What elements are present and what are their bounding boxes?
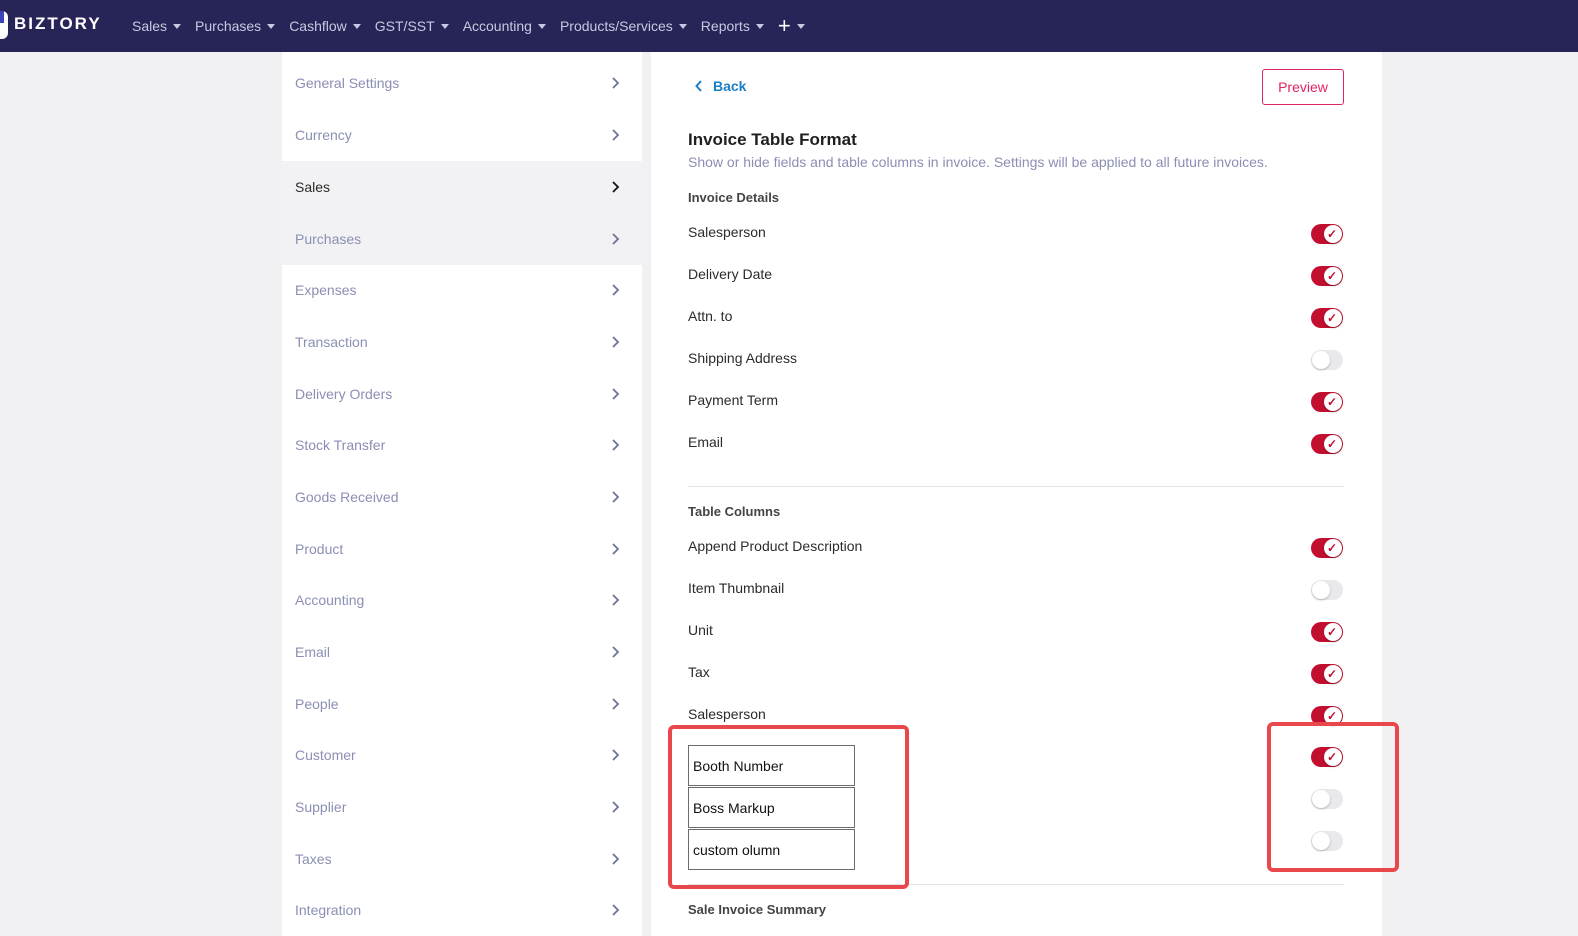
sidebar-item-expenses[interactable]: Expenses xyxy=(282,264,642,316)
check-icon: ✓ xyxy=(1327,625,1338,639)
chevron-right-icon xyxy=(612,801,620,813)
setting-label: Append Product Description xyxy=(688,538,863,554)
caret-down-icon xyxy=(267,23,276,29)
nav-reports[interactable]: Reports xyxy=(701,18,764,34)
chevron-left-icon xyxy=(695,80,702,92)
sidebar-item-taxes[interactable]: Taxes xyxy=(282,833,642,885)
chevron-right-icon xyxy=(612,749,620,761)
toggle-delivery-date[interactable]: ✓ xyxy=(1311,266,1343,286)
setting-label: Tax xyxy=(688,664,710,680)
toggle-item-thumbnail[interactable] xyxy=(1311,580,1343,600)
chevron-right-icon xyxy=(612,129,620,141)
sidebar-item-general-settings[interactable]: General Settings xyxy=(282,57,642,109)
toggle-payment-term[interactable]: ✓ xyxy=(1311,392,1343,412)
main-nav: Sales Purchases Cashflow GST/SST Account… xyxy=(132,0,819,52)
back-link[interactable]: Back xyxy=(695,78,746,94)
chevron-right-icon xyxy=(612,439,620,451)
section-divider xyxy=(688,486,1344,487)
setting-label: Attn. to xyxy=(688,308,733,324)
caret-down-icon xyxy=(352,23,361,29)
check-icon: ✓ xyxy=(1327,667,1338,681)
toggle-tax[interactable]: ✓ xyxy=(1311,664,1343,684)
nav-gst-sst[interactable]: GST/SST xyxy=(375,18,449,34)
nav-sales[interactable]: Sales xyxy=(132,18,182,34)
chevron-right-icon xyxy=(612,336,620,348)
sidebar-item-sales[interactable]: Sales xyxy=(282,161,642,213)
sidebar-item-integration[interactable]: Integration xyxy=(282,884,642,936)
sidebar-item-stock-transfer[interactable]: Stock Transfer xyxy=(282,419,642,471)
nav-products-services[interactable]: Products/Services xyxy=(560,18,687,34)
toggle-attn-to[interactable]: ✓ xyxy=(1311,308,1343,328)
check-icon: ✓ xyxy=(1327,709,1338,723)
setting-label: Item Thumbnail xyxy=(688,580,785,596)
sidebar-item-people[interactable]: People xyxy=(282,678,642,730)
check-icon: ✓ xyxy=(1327,541,1338,555)
page-subtitle: Show or hide fields and table columns in… xyxy=(688,154,1268,170)
sidebar-item-delivery-orders[interactable]: Delivery Orders xyxy=(282,368,642,420)
check-icon: ✓ xyxy=(1327,437,1338,451)
sidebar-item-goods-received[interactable]: Goods Received xyxy=(282,471,642,523)
sidebar-item-transaction[interactable]: Transaction xyxy=(282,316,642,368)
nav-accounting[interactable]: Accounting xyxy=(463,18,546,34)
chevron-right-icon xyxy=(612,388,620,400)
caret-down-icon xyxy=(755,23,764,29)
annotation-highlight-toggles xyxy=(1267,722,1399,872)
caret-down-icon xyxy=(173,23,182,29)
chevron-right-icon xyxy=(612,594,620,606)
chevron-right-icon xyxy=(612,853,620,865)
setting-label: Delivery Date xyxy=(688,266,773,282)
setting-label: Email xyxy=(688,434,724,450)
toggle-email[interactable]: ✓ xyxy=(1311,434,1343,454)
section-title-sale-invoice-summary: Sale Invoice Summary xyxy=(688,902,827,917)
page-title: Invoice Table Format xyxy=(688,130,857,149)
nav-purchases[interactable]: Purchases xyxy=(195,18,276,34)
top-navbar: BIZTORY Sales Purchases Cashflow GST/SST… xyxy=(0,0,1578,52)
sidebar-item-currency[interactable]: Currency xyxy=(282,109,642,161)
setting-label: Salesperson xyxy=(688,706,766,722)
setting-label: Shipping Address xyxy=(688,350,797,366)
plus-icon: + xyxy=(777,13,791,38)
chevron-right-icon xyxy=(612,181,620,193)
nav-cashflow[interactable]: Cashflow xyxy=(289,18,361,34)
annotation-highlight-custom-columns xyxy=(668,725,909,889)
sidebar-item-accounting[interactable]: Accounting xyxy=(282,574,642,626)
back-label: Back xyxy=(713,78,747,94)
sidebar-item-supplier[interactable]: Supplier xyxy=(282,781,642,833)
sidebar-item-purchases[interactable]: Purchases xyxy=(282,213,642,265)
chevron-right-icon xyxy=(612,543,620,555)
chevron-right-icon xyxy=(612,698,620,710)
toggle-shipping-address[interactable] xyxy=(1311,350,1343,370)
setting-label: Salesperson xyxy=(688,224,766,240)
chevron-right-icon xyxy=(612,491,620,503)
toggle-append-product-description[interactable]: ✓ xyxy=(1311,538,1343,558)
caret-down-icon xyxy=(440,23,449,29)
preview-button[interactable]: Preview xyxy=(1262,69,1344,105)
settings-sidebar: General Settings Currency Sales Purchase… xyxy=(282,52,642,936)
nav-add-new[interactable]: + xyxy=(778,15,805,37)
caret-down-icon xyxy=(796,23,805,29)
check-icon: ✓ xyxy=(1327,311,1338,325)
sidebar-item-customer[interactable]: Customer xyxy=(282,729,642,781)
sidebar-item-email[interactable]: Email xyxy=(282,626,642,678)
chevron-right-icon xyxy=(612,646,620,658)
caret-down-icon xyxy=(537,23,546,29)
setting-label: Unit xyxy=(688,622,713,638)
chevron-right-icon xyxy=(612,77,620,89)
toggle-salesperson[interactable]: ✓ xyxy=(1311,224,1343,244)
logo-mark-icon xyxy=(0,11,8,39)
chevron-right-icon xyxy=(612,233,620,245)
caret-down-icon xyxy=(678,23,687,29)
toggle-unit[interactable]: ✓ xyxy=(1311,622,1343,642)
setting-label: Payment Term xyxy=(688,392,778,408)
section-title-invoice-details: Invoice Details xyxy=(688,190,780,205)
chevron-right-icon xyxy=(612,904,620,916)
section-title-table-columns: Table Columns xyxy=(688,504,781,519)
check-icon: ✓ xyxy=(1327,227,1338,241)
chevron-right-icon xyxy=(612,284,620,296)
app-logo[interactable]: BIZTORY xyxy=(14,14,102,34)
sidebar-item-product[interactable]: Product xyxy=(282,523,642,575)
check-icon: ✓ xyxy=(1327,395,1338,409)
check-icon: ✓ xyxy=(1327,269,1338,283)
